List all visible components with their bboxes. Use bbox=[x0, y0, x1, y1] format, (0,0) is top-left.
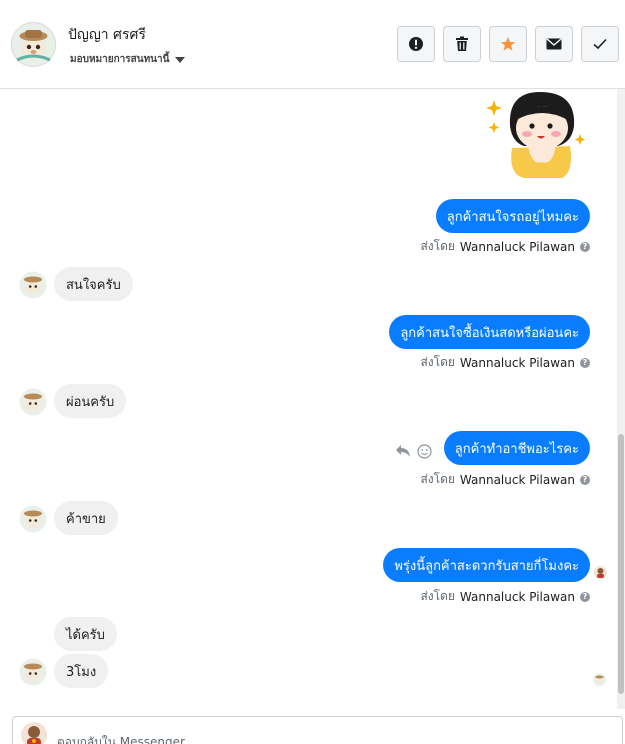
read-receipt-contact-avatar bbox=[593, 673, 606, 686]
emoji-react-icon[interactable] bbox=[417, 444, 432, 459]
star-button[interactable] bbox=[489, 26, 527, 62]
sent-by-prefix: ส่งโดย bbox=[420, 355, 455, 369]
message-bubble-incoming[interactable]: สนใจครับ bbox=[54, 267, 133, 301]
sent-by-name[interactable]: Wannaluck Pilawan bbox=[460, 240, 575, 254]
message-sender-meta: ส่งโดย Wannaluck Pilawan ? bbox=[420, 587, 590, 606]
contact-avatar-small bbox=[19, 505, 47, 533]
reply-input[interactable]: ตอบกลับใน Messenger... bbox=[57, 733, 195, 744]
caret-down-icon bbox=[175, 56, 186, 63]
sent-by-name[interactable]: Wannaluck Pilawan bbox=[460, 473, 575, 487]
message-bubble-incoming[interactable]: ได้ครับ bbox=[54, 617, 117, 651]
contact-avatar[interactable] bbox=[11, 22, 56, 67]
contact-avatar-small bbox=[19, 658, 47, 686]
message-bubble-outgoing[interactable]: ลูกค้าสนใจซื้อเงินสดหรือผ่อนคะ bbox=[389, 315, 590, 349]
sent-by-prefix: ส่งโดย bbox=[420, 472, 455, 486]
contact-name[interactable]: ปัญญา ศรศรี bbox=[68, 24, 146, 46]
message-bubble-outgoing[interactable]: ลูกค้าสนใจรถอยู่ไหมคะ bbox=[435, 199, 590, 233]
delete-button[interactable] bbox=[443, 26, 481, 62]
scrollbar-thumb[interactable] bbox=[618, 434, 624, 694]
assign-label: มอบหมายการสนทนานี้ bbox=[70, 54, 170, 65]
message-sender-meta: ส่งโดย Wannaluck Pilawan ? bbox=[420, 237, 590, 256]
star-icon bbox=[500, 37, 516, 51]
message-bubble-outgoing[interactable]: ลูกค้าทำอาชีพอะไรคะ bbox=[443, 431, 590, 465]
conversation-header: ปัญญา ศรศรี มอบหมายการสนทนานี้ bbox=[0, 0, 625, 89]
message-bubble-incoming[interactable]: ผ่อนครับ bbox=[54, 384, 127, 418]
envelope-icon bbox=[546, 38, 562, 50]
checkmark-icon bbox=[593, 38, 607, 50]
info-icon[interactable]: ? bbox=[580, 474, 590, 485]
message-sender-meta: ส่งโดย Wannaluck Pilawan ? bbox=[420, 353, 590, 372]
mark-unread-button[interactable] bbox=[535, 26, 573, 62]
sent-by-name[interactable]: Wannaluck Pilawan bbox=[460, 356, 575, 370]
message-bubble-incoming[interactable]: 3โมง bbox=[54, 654, 109, 688]
message-bubble-incoming[interactable]: ค้าขาย bbox=[54, 501, 118, 535]
assign-conversation-dropdown[interactable]: มอบหมายการสนทนานี้ bbox=[70, 52, 186, 67]
girl-sticker bbox=[486, 92, 586, 178]
alert-icon bbox=[409, 37, 423, 51]
mark-spam-button[interactable] bbox=[397, 26, 435, 62]
info-icon[interactable]: ? bbox=[580, 241, 590, 252]
info-icon[interactable]: ? bbox=[580, 591, 590, 602]
sent-by-prefix: ส่งโดย bbox=[420, 239, 455, 253]
contact-avatar-small bbox=[19, 271, 47, 299]
page-avatar bbox=[21, 722, 47, 744]
reply-composer[interactable]: ตอบกลับใน Messenger... bbox=[12, 716, 623, 744]
conversation-actions bbox=[397, 26, 619, 62]
reply-icon[interactable] bbox=[395, 444, 411, 458]
info-icon[interactable]: ? bbox=[580, 357, 590, 368]
sent-by-prefix: ส่งโดย bbox=[420, 589, 455, 603]
thread-scrollbar[interactable] bbox=[617, 89, 625, 709]
message-sender-meta: ส่งโดย Wannaluck Pilawan ? bbox=[420, 470, 590, 489]
message-thread: ลูกค้าสนใจรถอยู่ไหมคะ ส่งโดย Wannaluck P… bbox=[0, 89, 625, 709]
message-bubble-outgoing[interactable]: พรุ่งนี้ลูกค้าสะดวกรับสายกี่โมงคะ bbox=[383, 548, 590, 582]
mark-done-button[interactable] bbox=[581, 26, 619, 62]
trash-icon bbox=[456, 36, 468, 51]
contact-avatar-small bbox=[19, 388, 47, 416]
sent-by-name[interactable]: Wannaluck Pilawan bbox=[460, 590, 575, 604]
read-receipt-avatar bbox=[594, 566, 607, 579]
